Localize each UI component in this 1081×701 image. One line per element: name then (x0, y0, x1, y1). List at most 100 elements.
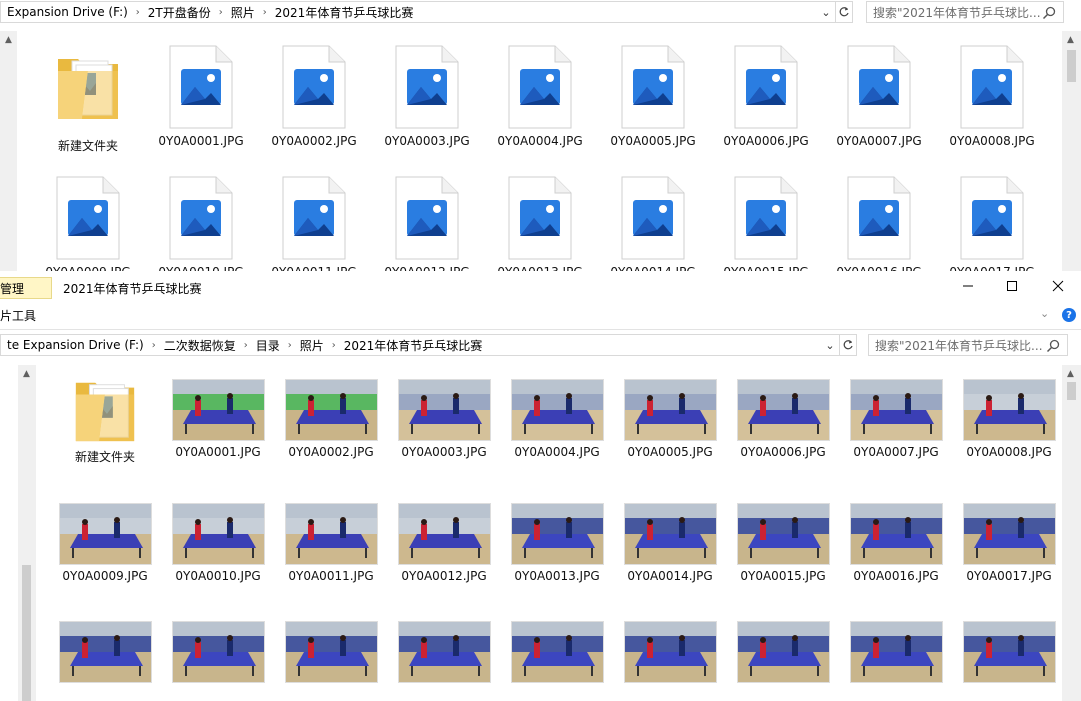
search-input[interactable]: 搜索"2021年体育节乒乓球比... (866, 1, 1064, 23)
file-item[interactable]: 0Y0A0009.JPG (49, 499, 161, 583)
vertical-scrollbar[interactable]: ▲ (0, 31, 17, 271)
file-item[interactable]: 0Y0A0007.JPG (823, 45, 935, 154)
breadcrumb-separator-icon[interactable]: › (134, 7, 142, 18)
scroll-up-arrow[interactable]: ▲ (0, 31, 17, 48)
image-file-icon (960, 45, 1024, 129)
folder-item[interactable]: 新建文件夹 (49, 375, 161, 465)
address-dropdown-button[interactable]: ⌄ (821, 334, 839, 356)
vertical-scrollbar-right[interactable]: ▲ (1062, 31, 1081, 271)
file-item[interactable]: 0Y0A0013.JPG (484, 176, 596, 271)
file-item[interactable]: 0Y0A0003.JPG (371, 45, 483, 154)
file-item[interactable]: 0Y0A0001.JPG (162, 375, 274, 465)
file-item[interactable]: 0Y0A0002.JPG (275, 375, 387, 465)
file-item[interactable]: 0Y0A0013.JPG (501, 499, 613, 583)
scroll-thumb[interactable] (1067, 382, 1076, 400)
file-item[interactable]: 0Y0A0010.JPG (145, 176, 257, 271)
file-item[interactable]: 0Y0A0016.JPG (840, 499, 952, 583)
file-item[interactable]: 0Y0A0009.JPG (32, 176, 144, 271)
file-item[interactable]: 0Y0A0011.JPG (275, 499, 387, 583)
breadcrumb-item[interactable]: 2T开盘备份 (142, 4, 217, 21)
file-name-label: 0Y0A0005.JPG (610, 134, 696, 148)
file-item[interactable]: 0Y0A0003.JPG (388, 375, 500, 465)
scroll-up-arrow[interactable]: ▲ (18, 365, 35, 382)
file-item[interactable]: 0Y0A0001.JPG (145, 45, 257, 154)
file-item[interactable]: 0Y0A0017.JPG (953, 499, 1065, 583)
file-item[interactable]: 0Y0A0006.JPG (727, 375, 839, 465)
file-item[interactable]: 0Y0A0002.JPG (258, 45, 370, 154)
file-item[interactable] (388, 617, 500, 682)
file-item[interactable]: 0Y0A0012.JPG (371, 176, 483, 271)
file-item[interactable] (614, 617, 726, 682)
search-input[interactable]: 搜索"2021年体育节乒乓球比... (868, 334, 1068, 356)
ribbon-expand-button[interactable]: ⌄ (1040, 307, 1049, 320)
file-name-label: 0Y0A0008.JPG (966, 445, 1052, 459)
file-name-label: 新建文件夹 (74, 450, 135, 464)
maximize-button[interactable] (989, 271, 1035, 301)
address-bar[interactable]: te Expansion Drive (F:) › 二次数据恢复 › 目录 › 照片 › 202… (0, 334, 840, 356)
file-item[interactable]: 0Y0A0014.JPG (614, 499, 726, 583)
file-item[interactable] (49, 617, 161, 682)
file-item[interactable]: 0Y0A0006.JPG (710, 45, 822, 154)
file-item[interactable]: 0Y0A0016.JPG (823, 176, 935, 271)
file-item[interactable]: 0Y0A0005.JPG (597, 45, 709, 154)
folder-item[interactable]: 新建文件夹 (32, 45, 144, 154)
explorer-window-front: 管理 片工具 2021年体育节乒乓球比赛 ⌄ ? te Expansion Dr… (0, 271, 1081, 701)
breadcrumb-item[interactable]: 二次数据恢复 (158, 337, 242, 354)
file-item[interactable]: 0Y0A0015.JPG (710, 176, 822, 271)
breadcrumb-item[interactable]: 目录 (250, 337, 286, 354)
scroll-up-arrow[interactable]: ▲ (1062, 31, 1079, 48)
image-file-icon (508, 176, 572, 260)
file-item[interactable] (162, 617, 274, 682)
photo-thumbnail (737, 622, 829, 682)
close-button[interactable] (1035, 271, 1081, 301)
minimize-button[interactable] (945, 271, 991, 301)
file-name-label: 0Y0A0001.JPG (158, 134, 244, 148)
breadcrumb-item[interactable]: 2021年体育节乒乓球比赛 (269, 4, 420, 21)
breadcrumb-item[interactable]: 2021年体育节乒乓球比赛 (338, 337, 489, 354)
help-button[interactable]: ? (1062, 308, 1076, 322)
file-item[interactable]: 0Y0A0014.JPG (597, 176, 709, 271)
file-item[interactable]: 0Y0A0008.JPG (953, 375, 1065, 465)
file-item[interactable]: 0Y0A0010.JPG (162, 499, 274, 583)
file-item[interactable] (501, 617, 613, 682)
file-item[interactable] (275, 617, 387, 682)
breadcrumb-separator-icon[interactable]: › (261, 7, 269, 18)
file-item[interactable] (840, 617, 952, 682)
file-item[interactable]: 0Y0A0004.JPG (484, 45, 596, 154)
breadcrumb-separator-icon[interactable]: › (286, 340, 294, 351)
breadcrumb-separator-icon[interactable]: › (150, 340, 158, 351)
breadcrumb-item[interactable]: 照片 (294, 337, 330, 354)
file-name-label: 0Y0A0017.JPG (966, 569, 1052, 583)
refresh-button[interactable] (835, 1, 853, 23)
file-item[interactable]: 0Y0A0008.JPG (936, 45, 1048, 154)
search-icon (1046, 339, 1060, 353)
scroll-thumb[interactable] (22, 565, 31, 701)
image-file-icon (621, 176, 685, 260)
file-item[interactable]: 0Y0A0012.JPG (388, 499, 500, 583)
file-item[interactable]: 0Y0A0007.JPG (840, 375, 952, 465)
file-item[interactable]: 0Y0A0005.JPG (614, 375, 726, 465)
breadcrumb-separator-icon[interactable]: › (242, 340, 250, 351)
ribbon-tab-tools[interactable]: 片工具 (0, 304, 52, 326)
ribbon-tab-manage[interactable]: 管理 (0, 277, 52, 299)
address-dropdown-button[interactable]: ⌄ (817, 1, 835, 23)
file-item[interactable] (727, 617, 839, 682)
address-bar[interactable]: Expansion Drive (F:) › 2T开盘备份 › 照片 › 2021年体育节乒… (0, 1, 836, 23)
breadcrumb-item[interactable]: te Expansion Drive (F:) (1, 338, 150, 352)
refresh-icon (843, 340, 853, 350)
ribbon-divider (0, 329, 1081, 330)
scroll-thumb[interactable] (1067, 50, 1076, 82)
refresh-button[interactable] (839, 334, 857, 356)
file-item[interactable] (953, 617, 1065, 682)
file-item[interactable]: 0Y0A0011.JPG (258, 176, 370, 271)
vertical-scrollbar-left[interactable]: ▲ (18, 365, 36, 701)
photo-thumbnail (285, 380, 377, 440)
breadcrumb-separator-icon[interactable]: › (217, 7, 225, 18)
breadcrumb-item[interactable]: 照片 (225, 4, 261, 21)
breadcrumb-separator-icon[interactable]: › (330, 340, 338, 351)
file-item[interactable]: 0Y0A0015.JPG (727, 499, 839, 583)
breadcrumb-item[interactable]: Expansion Drive (F:) (1, 5, 134, 19)
file-item[interactable]: 0Y0A0017.JPG (936, 176, 1048, 271)
photo-thumbnail (398, 504, 490, 564)
file-item[interactable]: 0Y0A0004.JPG (501, 375, 613, 465)
